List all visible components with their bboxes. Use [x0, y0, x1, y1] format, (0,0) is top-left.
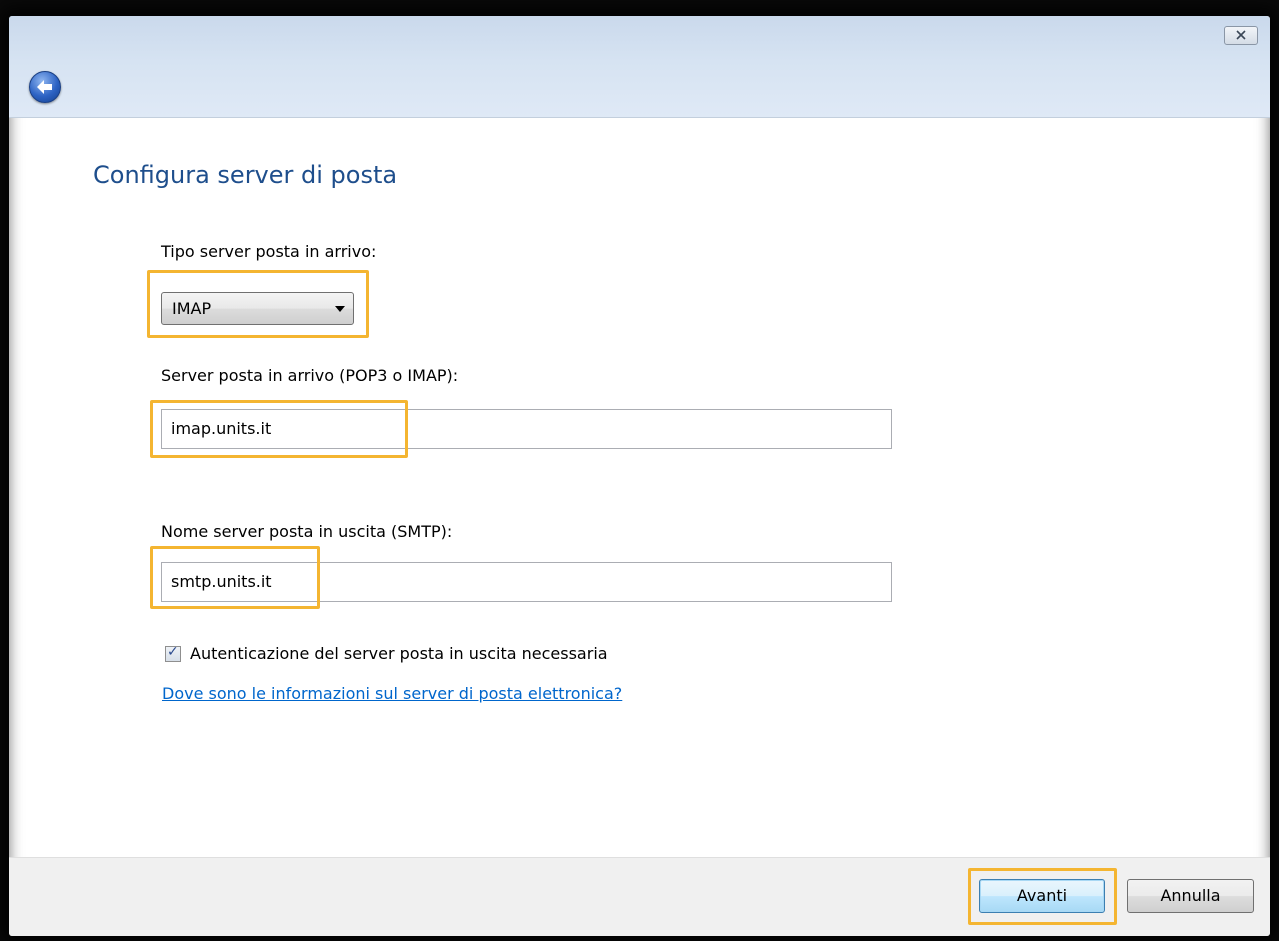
incoming-type-select[interactable]: IMAP [161, 292, 354, 325]
chevron-down-icon [335, 306, 345, 312]
close-icon [1236, 30, 1246, 40]
highlight-incoming-server [150, 400, 408, 458]
incoming-server-label: Server posta in arrivo (POP3 o IMAP): [161, 366, 459, 385]
auth-checkbox-label: Autenticazione del server posta in uscit… [190, 644, 608, 663]
checkmark-icon: ✓ [167, 644, 179, 660]
back-button[interactable] [29, 71, 61, 103]
cancel-button[interactable]: Annulla [1127, 879, 1254, 913]
incoming-type-value: IMAP [172, 299, 212, 318]
server-info-help-link[interactable]: Dove sono le informazioni sul server di … [162, 684, 622, 703]
outgoing-server-label: Nome server posta in uscita (SMTP): [161, 522, 453, 541]
page-title: Configura server di posta [93, 161, 398, 189]
title-bar [9, 16, 1270, 118]
close-button[interactable] [1224, 26, 1258, 45]
incoming-type-label: Tipo server posta in arrivo: [161, 242, 377, 261]
dialog-window: Configura server di posta Tipo server po… [9, 16, 1270, 936]
dialog-footer: Avanti Annulla [9, 857, 1270, 936]
auth-checkbox[interactable]: ✓ [165, 644, 181, 662]
next-button[interactable]: Avanti [979, 879, 1105, 913]
back-arrow-icon [37, 80, 52, 94]
highlight-outgoing-server [150, 546, 320, 609]
